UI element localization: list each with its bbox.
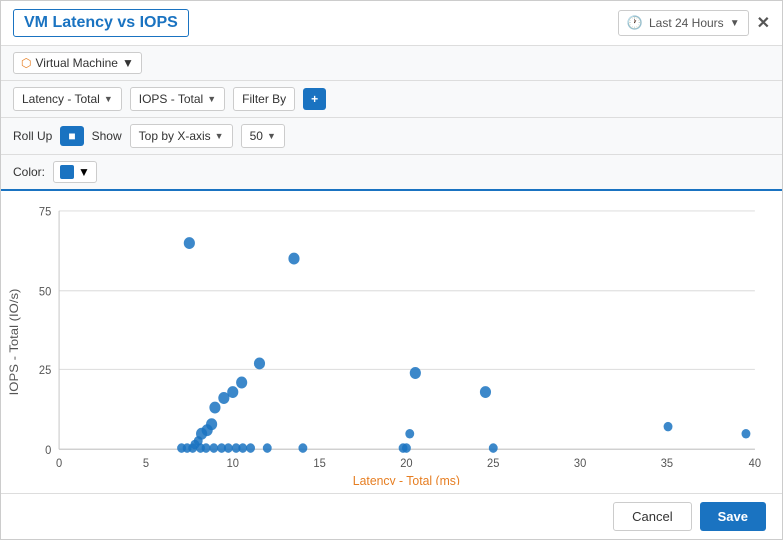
latency-label: Latency - Total xyxy=(22,92,100,106)
time-selector-dropdown[interactable]: 🕐 Last 24 Hours ▼ xyxy=(618,10,749,36)
add-filter-button[interactable]: + xyxy=(303,88,326,110)
modal-title: VM Latency vs IOPS xyxy=(13,9,189,37)
iops-chevron-icon: ▼ xyxy=(207,94,216,104)
vm-label: Virtual Machine xyxy=(35,56,118,70)
svg-text:75: 75 xyxy=(39,206,51,218)
latency-dropdown[interactable]: Latency - Total ▼ xyxy=(13,87,122,111)
svg-text:Latency - Total (ms): Latency - Total (ms) xyxy=(353,474,460,485)
topby-chevron-icon: ▼ xyxy=(215,131,224,141)
virtual-machine-dropdown[interactable]: ⬡ Virtual Machine ▼ xyxy=(13,52,142,74)
vm-toolbar-row: ⬡ Virtual Machine ▼ xyxy=(1,46,782,81)
iops-dropdown[interactable]: IOPS - Total ▼ xyxy=(130,87,225,111)
time-chevron-icon: ▼ xyxy=(730,18,740,29)
cancel-button[interactable]: Cancel xyxy=(613,502,691,531)
modal-container: VM Latency vs IOPS 🕐 Last 24 Hours ▼ ✕ ⬡… xyxy=(0,0,783,540)
svg-text:10: 10 xyxy=(227,458,239,470)
svg-text:0: 0 xyxy=(45,445,51,457)
rollup-label: Roll Up xyxy=(13,129,52,143)
close-button[interactable]: ✕ xyxy=(757,13,770,33)
topby-value-dropdown[interactable]: 50 ▼ xyxy=(241,124,285,148)
svg-text:30: 30 xyxy=(574,458,586,470)
rollup-button[interactable]: ■ xyxy=(60,126,83,146)
topby-dropdown[interactable]: Top by X-axis ▼ xyxy=(130,124,233,148)
svg-text:35: 35 xyxy=(661,458,673,470)
chart-area: IOPS - Total (IO/s) 75 50 25 0 0 5 10 15… xyxy=(1,191,782,493)
svg-text:15: 15 xyxy=(313,458,325,470)
show-label: Show xyxy=(92,129,122,143)
iops-label: IOPS - Total xyxy=(139,92,203,106)
color-swatch xyxy=(60,165,74,179)
time-selector-label: Last 24 Hours xyxy=(649,16,724,30)
filter-by-dropdown[interactable]: Filter By xyxy=(233,87,295,111)
color-label: Color: xyxy=(13,165,45,179)
header-right: 🕐 Last 24 Hours ▼ ✕ xyxy=(618,10,770,36)
color-chevron-icon: ▼ xyxy=(78,165,90,179)
save-button[interactable]: Save xyxy=(700,502,766,531)
modal-footer: Cancel Save xyxy=(1,493,782,539)
clock-icon: 🕐 xyxy=(627,15,643,31)
filter-by-label: Filter By xyxy=(242,92,286,106)
topby-value-chevron-icon: ▼ xyxy=(267,131,276,141)
latency-chevron-icon: ▼ xyxy=(104,94,113,104)
svg-text:0: 0 xyxy=(56,458,62,470)
color-swatch-button[interactable]: ▼ xyxy=(53,161,97,183)
modal-header: VM Latency vs IOPS 🕐 Last 24 Hours ▼ ✕ xyxy=(1,1,782,46)
vm-chevron-icon: ▼ xyxy=(122,56,134,70)
color-row: Color: ▼ xyxy=(1,155,782,191)
topby-label: Top by X-axis xyxy=(139,129,211,143)
controls-row-2: Roll Up ■ Show Top by X-axis ▼ 50 ▼ xyxy=(1,118,782,155)
svg-text:25: 25 xyxy=(487,458,499,470)
controls-row-1: Latency - Total ▼ IOPS - Total ▼ Filter … xyxy=(1,81,782,118)
svg-text:5: 5 xyxy=(143,458,149,470)
svg-text:50: 50 xyxy=(39,286,51,298)
svg-text:20: 20 xyxy=(400,458,412,470)
svg-text:25: 25 xyxy=(39,365,51,377)
y-axis-label: IOPS - Total (IO/s) xyxy=(9,289,21,396)
scatter-chart: IOPS - Total (IO/s) 75 50 25 0 0 5 10 15… xyxy=(9,199,766,485)
topby-value: 50 xyxy=(250,129,263,143)
svg-text:40: 40 xyxy=(749,458,761,470)
vm-icon: ⬡ xyxy=(21,56,31,70)
